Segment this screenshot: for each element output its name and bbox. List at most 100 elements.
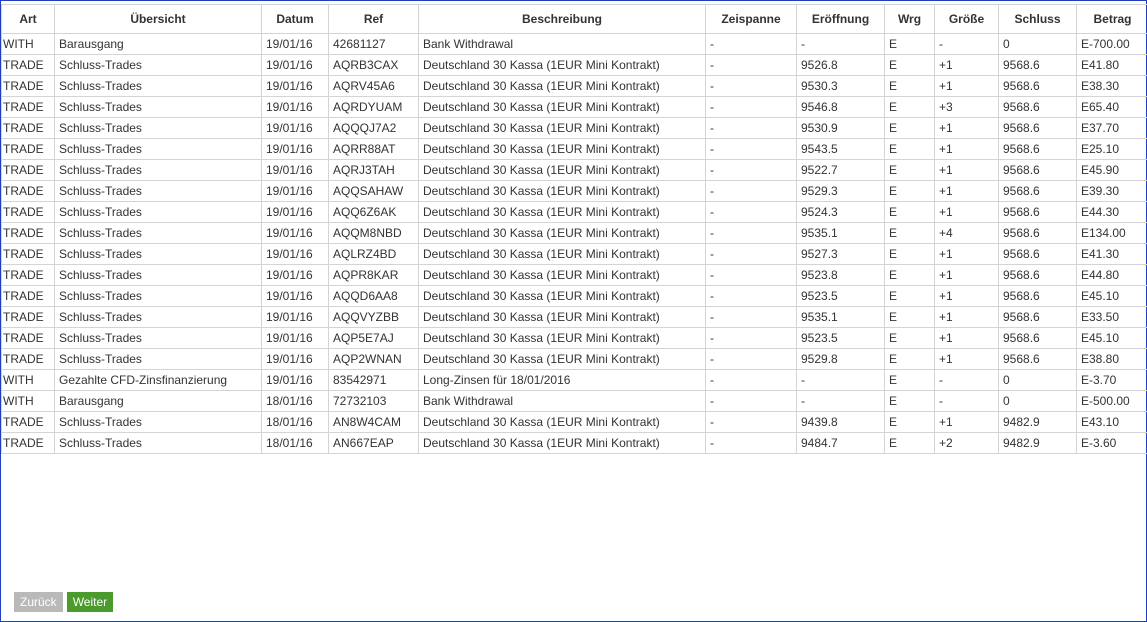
cell-zeitspanne: - <box>705 96 797 118</box>
column-header[interactable]: Schluss <box>998 4 1077 34</box>
cell-datum: 18/01/16 <box>261 411 329 433</box>
cell-datum: 19/01/16 <box>261 33 329 55</box>
cell-betrag: E41.30 <box>1076 243 1147 265</box>
pagination: Zurück Weiter <box>14 592 114 612</box>
column-header[interactable]: Ref <box>328 4 419 34</box>
back-button[interactable]: Zurück <box>14 592 63 612</box>
cell-betrag: E45.10 <box>1076 285 1147 307</box>
table-row: TRADE Schluss-Trades 19/01/16 AQQM8NBD Deuts… <box>1 222 1147 244</box>
cell-eroeffnung: 9530.9 <box>796 117 885 139</box>
column-header[interactable]: Datum <box>261 4 329 34</box>
cell-eroeffnung: 9523.5 <box>796 285 885 307</box>
cell-zeitspanne: - <box>705 411 797 433</box>
cell-eroeffnung: 9529.3 <box>796 180 885 202</box>
cell-groesse: +1 <box>934 117 999 139</box>
column-header[interactable]: Wrg <box>884 4 935 34</box>
cell-datum: 19/01/16 <box>261 138 329 160</box>
cell-zeitspanne: - <box>705 348 797 370</box>
cell-betrag: E65.40 <box>1076 96 1147 118</box>
column-header[interactable]: Zeispanne <box>705 4 797 34</box>
cell-betrag: E38.80 <box>1076 348 1147 370</box>
cell-datum: 19/01/16 <box>261 96 329 118</box>
cell-beschreibung: Deutschland 30 Kassa (1EUR Mini Kontrakt… <box>418 411 706 433</box>
cell-ref: AQQD6AA8 <box>328 285 419 307</box>
cell-schluss: 9568.6 <box>998 285 1077 307</box>
cell-ref: AQP5E7AJ <box>328 327 419 349</box>
cell-datum: 19/01/16 <box>261 264 329 286</box>
cell-uebersicht: Schluss-Trades <box>54 201 262 223</box>
cell-beschreibung: Deutschland 30 Kassa (1EUR Mini Kontrakt… <box>418 222 706 244</box>
next-button[interactable]: Weiter <box>66 592 114 612</box>
cell-datum: 19/01/16 <box>261 201 329 223</box>
column-header[interactable]: Eröffnung <box>796 4 885 34</box>
cell-ref: AQQ6Z6AK <box>328 201 419 223</box>
cell-art: WITH <box>1 33 55 55</box>
cell-beschreibung: Deutschland 30 Kassa (1EUR Mini Kontrakt… <box>418 75 706 97</box>
cell-datum: 19/01/16 <box>261 285 329 307</box>
cell-betrag: E44.30 <box>1076 201 1147 223</box>
cell-groesse: +1 <box>934 327 999 349</box>
cell-wrg: E <box>884 285 935 307</box>
cell-art: TRADE <box>1 264 55 286</box>
cell-zeitspanne: - <box>705 222 797 244</box>
cell-wrg: E <box>884 411 935 433</box>
cell-betrag: E44.80 <box>1076 264 1147 286</box>
cell-uebersicht: Gezahlte CFD-Zinsfinanzierung <box>54 369 262 391</box>
column-header[interactable]: Betrag <box>1076 4 1147 34</box>
table-row: TRADE Schluss-Trades 19/01/16 AQPR8KAR Deuts… <box>1 264 1147 286</box>
cell-art: TRADE <box>1 159 55 181</box>
cell-beschreibung: Deutschland 30 Kassa (1EUR Mini Kontrakt… <box>418 243 706 265</box>
cell-schluss: 9568.6 <box>998 138 1077 160</box>
cell-groesse: +1 <box>934 180 999 202</box>
cell-groesse: +1 <box>934 411 999 433</box>
cell-datum: 19/01/16 <box>261 54 329 76</box>
cell-eroeffnung: 9530.3 <box>796 75 885 97</box>
cell-eroeffnung: 9523.8 <box>796 264 885 286</box>
cell-datum: 19/01/16 <box>261 75 329 97</box>
cell-zeitspanne: - <box>705 138 797 160</box>
cell-art: TRADE <box>1 411 55 433</box>
cell-uebersicht: Schluss-Trades <box>54 411 262 433</box>
transactions-table: Art Übersicht Datum Ref Beschreibung Zeispann… <box>1 4 1147 454</box>
cell-zeitspanne: - <box>705 54 797 76</box>
cell-beschreibung: Deutschland 30 Kassa (1EUR Mini Kontrakt… <box>418 54 706 76</box>
cell-schluss: 0 <box>998 369 1077 391</box>
cell-eroeffnung: 9526.8 <box>796 54 885 76</box>
cell-eroeffnung: 9524.3 <box>796 201 885 223</box>
column-header[interactable]: Art <box>1 4 55 34</box>
cell-ref: AQRR88AT <box>328 138 419 160</box>
cell-zeitspanne: - <box>705 390 797 412</box>
cell-uebersicht: Schluss-Trades <box>54 96 262 118</box>
cell-uebersicht: Schluss-Trades <box>54 75 262 97</box>
cell-ref: AQLRZ4BD <box>328 243 419 265</box>
cell-art: TRADE <box>1 285 55 307</box>
table-row: WITH Barausgang 18/01/16 72732103 Bank Withd… <box>1 390 1147 412</box>
cell-zeitspanne: - <box>705 201 797 223</box>
cell-zeitspanne: - <box>705 432 797 454</box>
cell-datum: 19/01/16 <box>261 117 329 139</box>
cell-eroeffnung: 9522.7 <box>796 159 885 181</box>
cell-datum: 18/01/16 <box>261 432 329 454</box>
cell-ref: AQQQJ7A2 <box>328 117 419 139</box>
column-header[interactable]: Beschreibung <box>418 4 706 34</box>
column-header[interactable]: Größe <box>934 4 999 34</box>
cell-beschreibung: Deutschland 30 Kassa (1EUR Mini Kontrakt… <box>418 201 706 223</box>
cell-eroeffnung: - <box>796 33 885 55</box>
cell-groesse: +1 <box>934 75 999 97</box>
table-row: TRADE Schluss-Trades 19/01/16 AQQVYZBB Deuts… <box>1 306 1147 328</box>
cell-beschreibung: Deutschland 30 Kassa (1EUR Mini Kontrakt… <box>418 432 706 454</box>
cell-art: TRADE <box>1 432 55 454</box>
cell-ref: AQRV45A6 <box>328 75 419 97</box>
cell-zeitspanne: - <box>705 264 797 286</box>
cell-betrag: E45.90 <box>1076 159 1147 181</box>
column-header[interactable]: Übersicht <box>54 4 262 34</box>
cell-ref: AQP2WNAN <box>328 348 419 370</box>
cell-wrg: E <box>884 201 935 223</box>
cell-art: TRADE <box>1 306 55 328</box>
cell-datum: 19/01/16 <box>261 369 329 391</box>
cell-schluss: 9482.9 <box>998 411 1077 433</box>
cell-datum: 18/01/16 <box>261 390 329 412</box>
cell-betrag: E43.10 <box>1076 411 1147 433</box>
cell-schluss: 9568.6 <box>998 75 1077 97</box>
cell-schluss: 9568.6 <box>998 327 1077 349</box>
